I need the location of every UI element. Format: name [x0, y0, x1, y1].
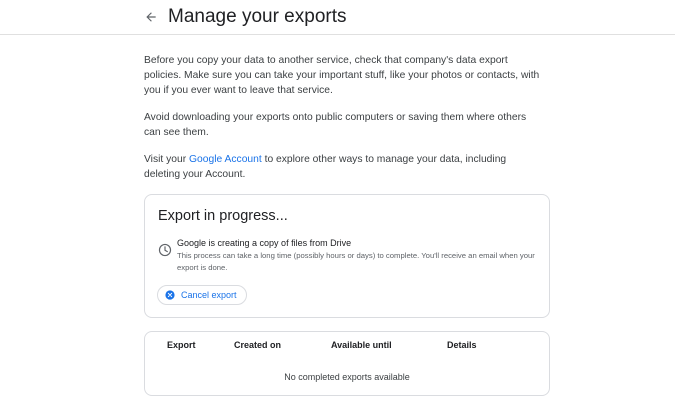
clock-icon: [158, 243, 172, 257]
cancel-export-label: Cancel export: [181, 290, 237, 300]
intro-paragraph-policies: Before you copy your data to another ser…: [144, 55, 540, 96]
google-account-link[interactable]: Google Account: [189, 154, 262, 165]
exports-table: Export Created on Available until Detail…: [144, 331, 550, 396]
column-header-details: Details: [447, 340, 477, 350]
intro-paragraph-public-computers: Avoid downloading your exports onto publ…: [144, 112, 527, 138]
column-header-available-until: Available until: [331, 340, 392, 350]
column-header-export: Export: [167, 340, 196, 350]
back-button[interactable]: [140, 6, 162, 28]
arrow-back-icon: [146, 12, 156, 22]
empty-exports-message: No completed exports available: [284, 372, 410, 382]
export-progress-card: Export in progress... Google is creating…: [144, 194, 550, 318]
cancel-circle-icon: [165, 290, 175, 300]
cancel-export-button[interactable]: Cancel export: [157, 285, 247, 305]
intro-paragraph-google-account: Visit your Google Account to explore oth…: [144, 152, 544, 182]
export-status-description: This process can take a long time (possi…: [177, 251, 535, 272]
export-progress-title: Export in progress...: [158, 208, 288, 224]
intro-text-before-link: Visit your: [144, 154, 190, 165]
column-header-created-on: Created on: [234, 340, 282, 350]
export-status-title: Google is creating a copy of files from …: [177, 238, 352, 248]
page-title: Manage your exports: [168, 6, 347, 27]
app-header: Manage your exports: [0, 0, 675, 35]
